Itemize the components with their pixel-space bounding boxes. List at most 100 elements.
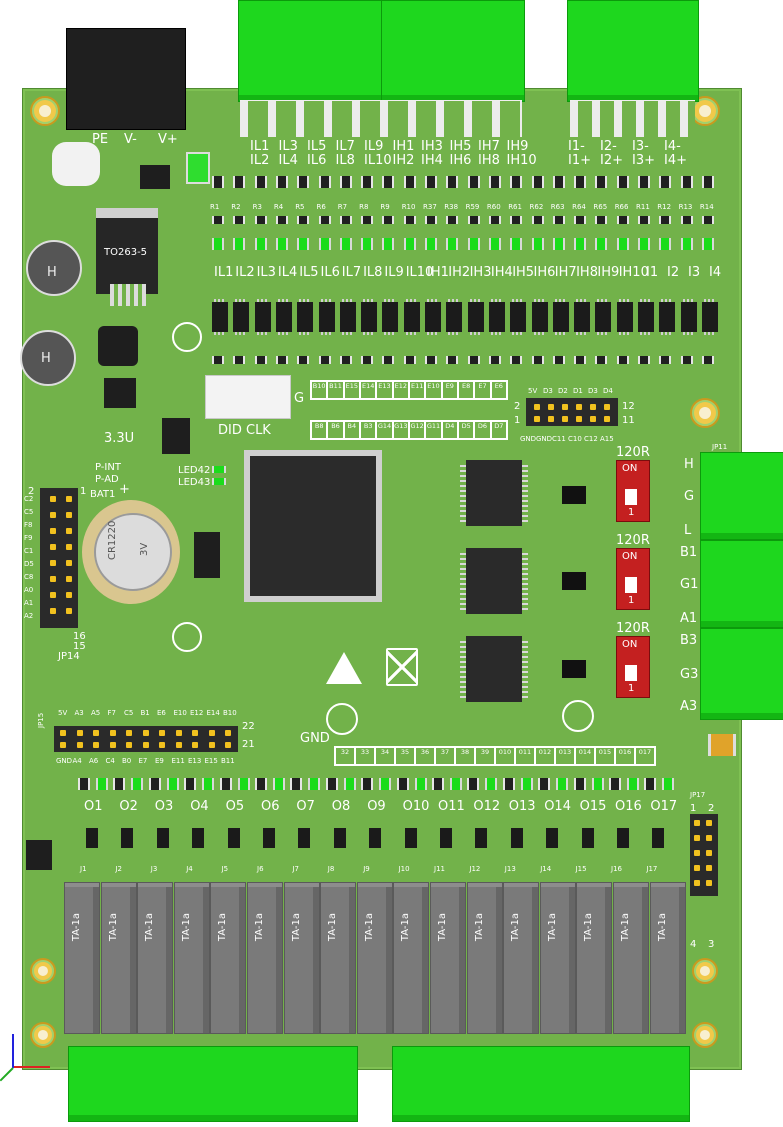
- resistor-17: [574, 176, 587, 188]
- label-0: 5V: [528, 387, 538, 395]
- label-1: A4: [72, 757, 82, 765]
- output-label-13: O14: [544, 799, 571, 814]
- resistor-label-16: R63: [550, 203, 565, 211]
- opto-16: [552, 299, 569, 335]
- output-led-8: [379, 778, 392, 790]
- jp14-label-1: C5: [24, 508, 34, 516]
- resistor-2: [254, 176, 267, 188]
- channel-ih-4: IH5: [512, 265, 535, 280]
- resistor-23: [701, 176, 714, 188]
- opto-5: [318, 299, 335, 335]
- label-7: IH5: [449, 139, 472, 154]
- channel-il-2: IL3: [256, 265, 276, 280]
- jp17-pin-4-0: [694, 880, 700, 886]
- input-terminal-block-2[interactable]: [381, 0, 525, 102]
- led42: [212, 466, 226, 473]
- cell-4: G14: [376, 421, 393, 439]
- label-5: IH1: [392, 139, 415, 154]
- cell-1: B11: [327, 381, 344, 399]
- dip-on-3: ON: [622, 639, 638, 650]
- jp14-header[interactable]: [40, 488, 78, 628]
- channel-ih-8: IH9: [597, 265, 620, 280]
- label-2: C11: [552, 435, 566, 443]
- axis-y: [0, 1067, 14, 1082]
- output-driver-1: [121, 828, 134, 848]
- connector-ref-5: J6: [257, 865, 264, 873]
- connector-ref-3: J4: [186, 865, 193, 873]
- cell-6: G12: [409, 421, 426, 439]
- jp17-pin-1-0: [694, 835, 700, 841]
- input-res2-14: [510, 216, 523, 224]
- input-led-22: [680, 238, 693, 250]
- dip-one-2: 1: [628, 595, 635, 606]
- resistor-1: [233, 176, 246, 188]
- g-label: G: [294, 391, 305, 406]
- output-led-9: [414, 778, 427, 790]
- label-1: D3: [543, 387, 553, 395]
- did-connector[interactable]: [205, 375, 291, 419]
- jp14-label-6: C8: [24, 573, 34, 581]
- resistor-label-3: R4: [273, 203, 284, 211]
- jp15-pin-0-0: [60, 730, 66, 736]
- output-terminal-block-2[interactable]: [392, 1046, 690, 1122]
- mounting-hole-mid-right: [690, 398, 720, 428]
- relay-label-8: TA-1a: [363, 913, 375, 942]
- connector-ref-12: J13: [504, 865, 516, 873]
- label-0: GND: [520, 435, 537, 443]
- output-res-6: [290, 778, 303, 790]
- jp13-pin-1-0: [548, 404, 554, 410]
- label-5: A15: [600, 435, 614, 443]
- comm-terminal-1[interactable]: [700, 452, 783, 540]
- jp17-pin-2-1: [706, 850, 712, 856]
- output-label-7: O8: [331, 799, 351, 814]
- label-4: C12: [584, 435, 598, 443]
- connector-ref-10: J11: [434, 865, 445, 873]
- jp14-pin-2-0: [50, 528, 56, 534]
- mounting-hole-bottom-left: [30, 1022, 56, 1048]
- jp14-pin-5-1: [66, 576, 72, 582]
- label-1: I2-: [600, 139, 617, 154]
- resistor-9: [403, 176, 416, 188]
- jp15-pin-4-0: [126, 730, 132, 736]
- resistor-label-2: R3: [252, 203, 262, 211]
- opto-17: [574, 299, 591, 335]
- jp13-pin-5-0: [604, 404, 610, 410]
- opto-22: [680, 299, 697, 335]
- input-led-7: [361, 238, 374, 250]
- input-led-10: [425, 238, 437, 250]
- comm-terminal-3[interactable]: [700, 628, 783, 720]
- jp15-pin-10-0: [225, 730, 231, 736]
- resistor-label-5: R6: [316, 203, 326, 211]
- r120-label-1: 120R: [616, 445, 650, 460]
- jp14-pin-1-1: [66, 512, 72, 518]
- input-res2-6: [339, 216, 352, 224]
- input-res2-0: [212, 216, 224, 224]
- input-terminal-block-1[interactable]: [238, 0, 382, 102]
- output-label-5: O6: [261, 799, 280, 814]
- output-res-0: [78, 778, 90, 790]
- output-label-11: O12: [473, 799, 501, 814]
- output-terminal-block-1[interactable]: [68, 1046, 358, 1122]
- label-2: IL6: [307, 153, 327, 168]
- led43: [212, 478, 226, 485]
- output-res-8: [361, 778, 374, 790]
- resistor-18: [595, 176, 608, 188]
- resistor-b-23: [701, 356, 714, 364]
- comm-terminal-2[interactable]: [700, 540, 783, 628]
- relay-0: TA-1a: [64, 882, 100, 1034]
- label-9: E15: [204, 757, 218, 765]
- jp13-pin-5-1: [604, 416, 610, 422]
- comm-g: G: [684, 489, 695, 504]
- capacitor-1-label: H: [47, 265, 57, 280]
- diode-v1: [140, 165, 170, 189]
- label-9: E14: [206, 709, 220, 717]
- jp17-pin-3-1: [706, 865, 712, 871]
- output-led-15: [627, 778, 639, 790]
- cell-6: 38: [455, 747, 475, 765]
- opto-1: [233, 299, 250, 335]
- input-res2-10: [425, 216, 437, 224]
- jp14-label-5: D5: [24, 560, 34, 568]
- input-res2-19: [616, 216, 629, 224]
- resistor-label-15: R62: [529, 203, 544, 211]
- analog-terminal-block[interactable]: [567, 0, 699, 102]
